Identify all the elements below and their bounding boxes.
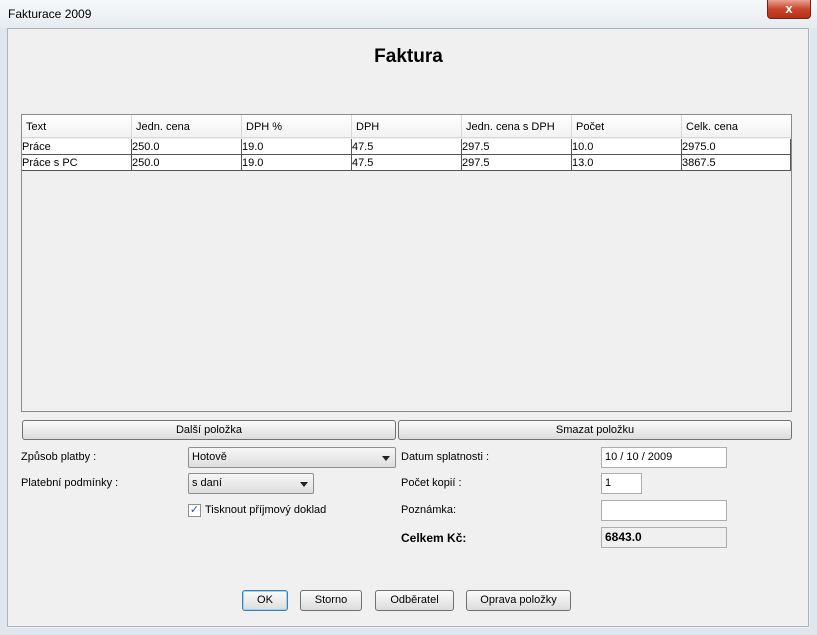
edit-item-button[interactable]: Oprava položky (466, 590, 571, 611)
table-cell[interactable]: 13.0 (572, 155, 682, 171)
copies-input[interactable]: 1 (601, 473, 642, 494)
chevron-down-icon (382, 456, 390, 461)
table-cell[interactable]: 2975.0 (682, 139, 791, 155)
table-row[interactable]: Práce s PC 250.0 19.0 47.5 297.5 13.0 38… (22, 155, 791, 171)
note-label: Poznámka: (401, 504, 457, 516)
customer-button[interactable]: Odběratel (375, 590, 454, 611)
column-header-text[interactable]: Text (22, 115, 132, 138)
column-header-unit-price-with-vat[interactable]: Jedn. cena s DPH (462, 115, 572, 138)
due-date-input[interactable]: 10 / 10 / 2009 (601, 447, 727, 468)
table-cell[interactable]: 47.5 (352, 155, 462, 171)
table-cell[interactable]: 47.5 (352, 139, 462, 155)
title-bar[interactable] (0, 0, 817, 28)
payment-method-label: Způsob platby : (21, 451, 97, 463)
window-frame-left (0, 28, 7, 635)
print-receipt-checkbox[interactable]: ✓ (188, 504, 201, 517)
due-date-label: Datum splatnosti : (401, 451, 490, 463)
page-title: Faktura (374, 46, 443, 67)
table-cell[interactable]: 297.5 (462, 139, 572, 155)
table-cell[interactable]: Práce (22, 139, 132, 155)
column-header-vat[interactable]: DPH (352, 115, 462, 138)
column-header-unit-price[interactable]: Jedn. cena (132, 115, 242, 138)
window-title: Fakturace 2009 (8, 7, 92, 21)
window-frame-bottom (0, 628, 817, 635)
table-cell[interactable]: 19.0 (242, 155, 352, 171)
note-input[interactable] (601, 500, 727, 521)
total-value: 6843.0 (601, 527, 727, 548)
table-cell[interactable]: Práce s PC (22, 155, 132, 171)
window-frame-right (810, 28, 817, 635)
table-cell[interactable]: 10.0 (572, 139, 682, 155)
items-table[interactable]: Text Jedn. cena DPH % DPH Jedn. cena s D… (21, 114, 792, 412)
delete-item-button[interactable]: Smazat položku (398, 420, 792, 440)
payment-terms-select[interactable]: s daní (188, 473, 314, 494)
chevron-down-icon (300, 482, 308, 487)
table-cell[interactable]: 250.0 (132, 155, 242, 171)
table-cell[interactable]: 250.0 (132, 139, 242, 155)
table-cell[interactable]: 19.0 (242, 139, 352, 155)
payment-terms-value: s daní (192, 477, 222, 489)
close-button[interactable]: x (767, 0, 811, 19)
table-cell[interactable]: 3867.5 (682, 155, 791, 171)
copies-label: Počet kopií : (401, 477, 462, 489)
column-header-total-price[interactable]: Celk. cena (682, 115, 791, 138)
column-header-vat-percent[interactable]: DPH % (242, 115, 352, 138)
ok-button[interactable]: OK (242, 590, 288, 611)
table-cell[interactable]: 297.5 (462, 155, 572, 171)
payment-terms-label: Platební podmínky : (21, 477, 119, 489)
next-item-button[interactable]: Další položka (22, 420, 396, 440)
payment-method-select[interactable]: Hotově (188, 447, 396, 468)
column-header-quantity[interactable]: Počet (572, 115, 682, 138)
print-receipt-label[interactable]: Tisknout příjmový doklad (205, 504, 326, 516)
table-row[interactable]: Práce 250.0 19.0 47.5 297.5 10.0 2975.0 (22, 139, 791, 155)
cancel-button[interactable]: Storno (300, 590, 362, 611)
total-label: Celkem Kč: (401, 531, 467, 545)
payment-method-value: Hotově (192, 451, 227, 463)
